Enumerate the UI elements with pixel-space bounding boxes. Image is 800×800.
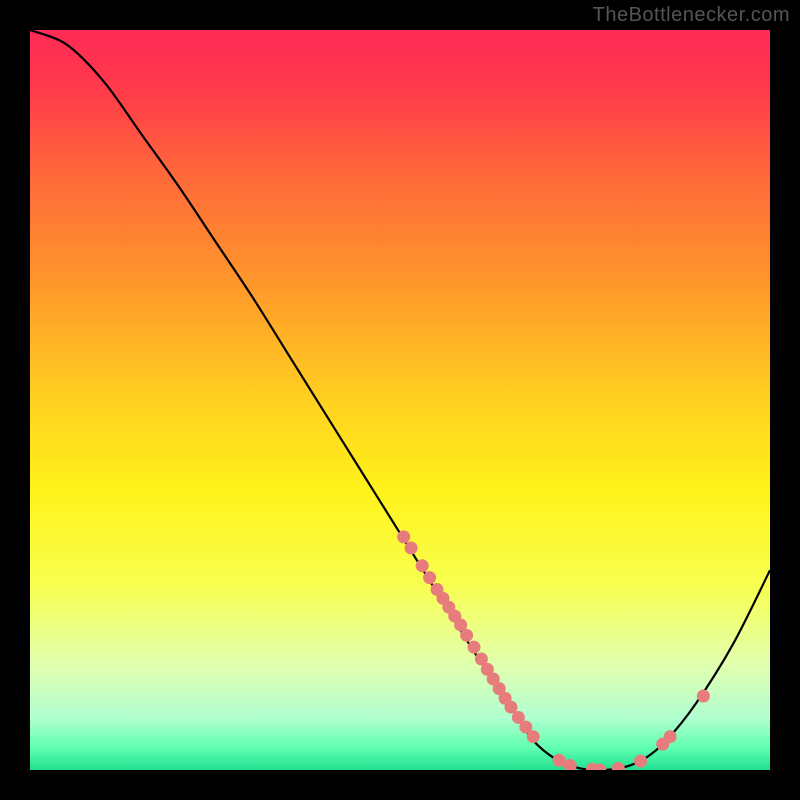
- chart-background: [30, 30, 770, 770]
- chart-svg: [30, 30, 770, 770]
- scatter-point: [697, 690, 710, 703]
- scatter-point: [664, 730, 677, 743]
- scatter-point: [397, 530, 410, 543]
- scatter-point: [405, 542, 418, 555]
- scatter-point: [460, 629, 473, 642]
- scatter-point: [468, 641, 481, 654]
- scatter-point: [527, 730, 540, 743]
- chart-plot-area: [30, 30, 770, 770]
- scatter-point: [416, 559, 429, 572]
- scatter-point: [553, 754, 566, 767]
- attribution-label: TheBottlenecker.com: [593, 4, 790, 27]
- scatter-point: [634, 755, 647, 768]
- scatter-point: [423, 571, 436, 584]
